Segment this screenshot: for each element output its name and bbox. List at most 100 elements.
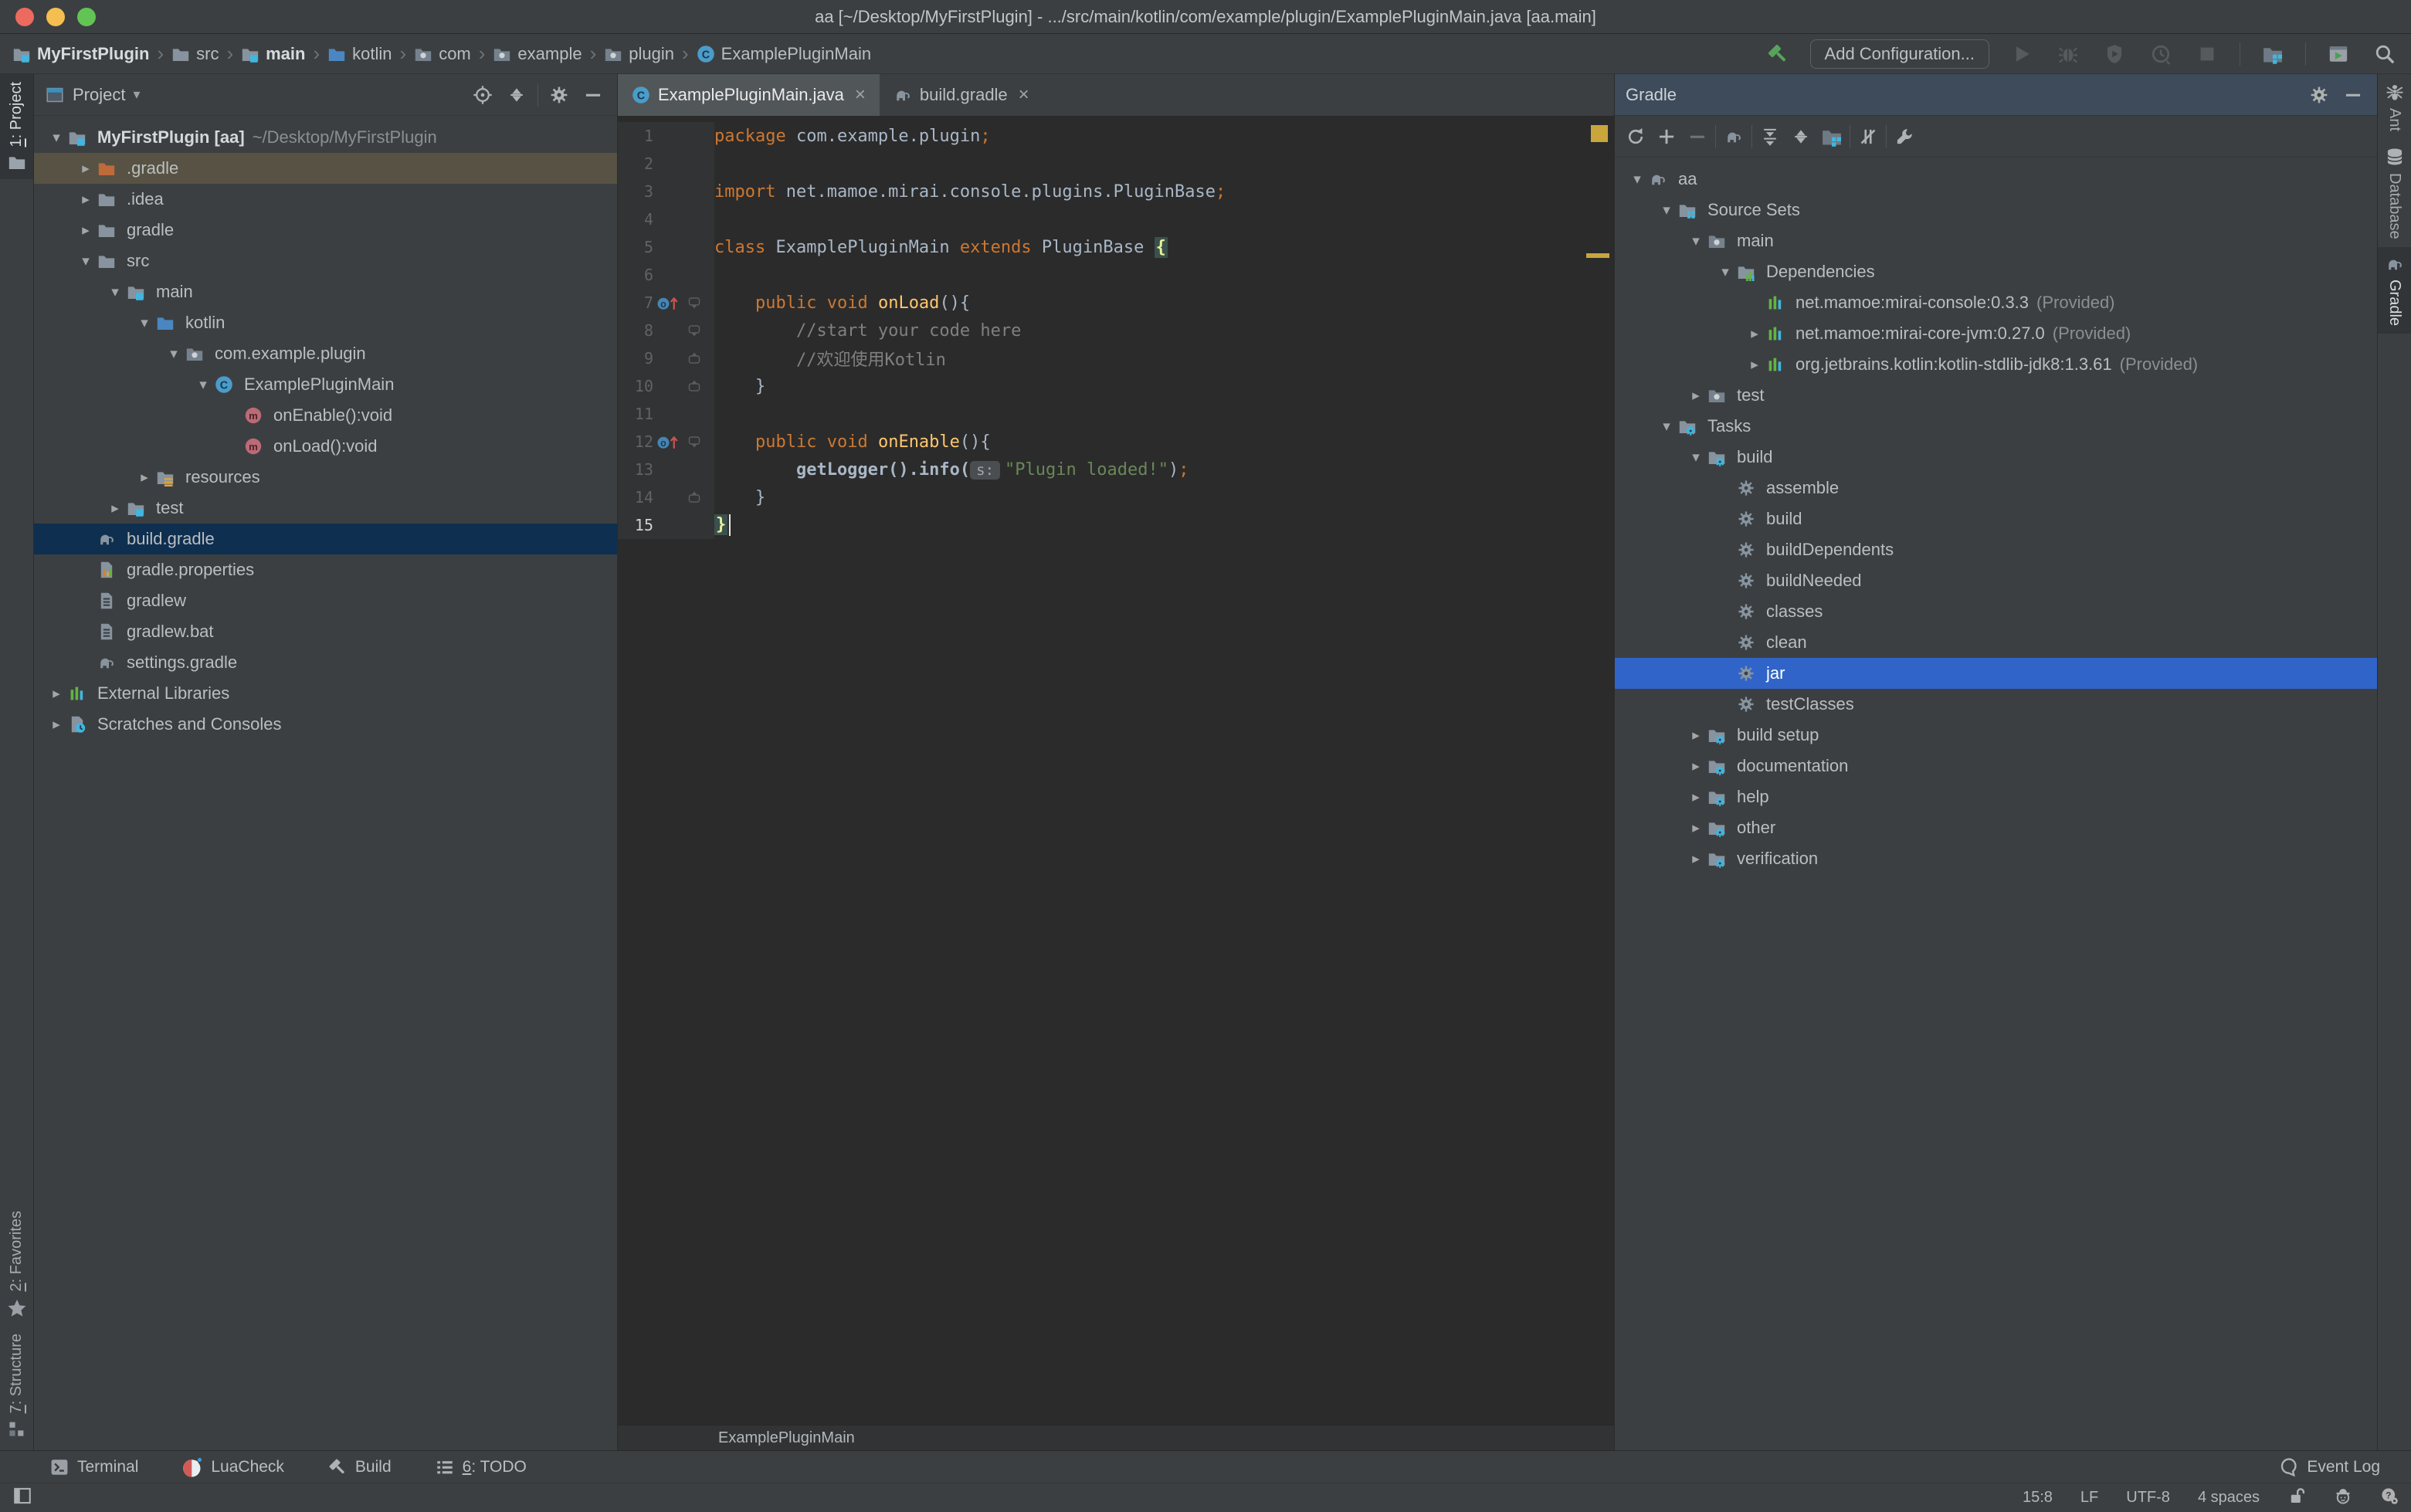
stripe-button-gradle[interactable]: Gradle xyxy=(2378,247,2411,334)
code-line-15[interactable]: 15} xyxy=(618,511,1614,539)
code-line-2[interactable]: 2 xyxy=(618,150,1614,178)
gradle-tree-item-org-jetbrains-kotlin-kotlin-stdlib-jdk8-1-3-61[interactable]: ▸org.jetbrains.kotlin:kotlin-stdlib-jdk8… xyxy=(1615,349,2377,380)
editor-gutter[interactable]: 5 xyxy=(618,233,714,261)
tree-toggle-arrow[interactable]: ▸ xyxy=(1684,788,1707,806)
editor-gutter[interactable]: 8 xyxy=(618,317,714,344)
code-line-6[interactable]: 6 xyxy=(618,261,1614,289)
project-tree-item-test[interactable]: ▸test xyxy=(34,493,617,524)
code-line-8[interactable]: 8 //start your code here xyxy=(618,317,1614,344)
project-panel-gear-button[interactable] xyxy=(546,82,572,108)
gradle-tree-item-other[interactable]: ▸other xyxy=(1615,812,2377,843)
override-up-icon[interactable]: o xyxy=(656,293,679,313)
search-everywhere-button[interactable] xyxy=(2371,40,2399,68)
warning-stripe-mark[interactable] xyxy=(1586,253,1609,258)
tree-toggle-arrow[interactable]: ▸ xyxy=(1743,356,1766,374)
editor-gutter[interactable]: 14 xyxy=(618,483,714,511)
tree-toggle-arrow[interactable]: ▾ xyxy=(1626,171,1649,188)
breadcrumb-item-myfirstplugin[interactable]: MyFirstPlugin xyxy=(12,44,149,64)
gradle-tree-item-source-sets[interactable]: ▾Source Sets xyxy=(1615,195,2377,225)
build-project-button[interactable] xyxy=(1764,40,1792,68)
project-tree-item-gradle[interactable]: ▸gradle xyxy=(34,215,617,246)
breadcrumb-item-kotlin[interactable]: kotlin xyxy=(327,44,392,64)
gradle-tree-item-classes[interactable]: classes xyxy=(1615,596,2377,627)
tree-toggle-arrow[interactable]: ▾ xyxy=(1655,202,1678,219)
gradle-tree-item-net-mamoe-mirai-core-jvm-0-27-0[interactable]: ▸net.mamoe:mirai-core-jvm:0.27.0(Provide… xyxy=(1615,318,2377,349)
gradle-tree-item-builddependents[interactable]: buildDependents xyxy=(1615,534,2377,565)
gradle-toolbar-modules-folder-button[interactable] xyxy=(1819,124,1845,150)
code-line-1[interactable]: 1package com.example.plugin; xyxy=(618,122,1614,150)
gradle-tree-item-clean[interactable]: clean xyxy=(1615,627,2377,658)
project-tree-item-idea[interactable]: ▸.idea xyxy=(34,184,617,215)
fold-start-icon[interactable] xyxy=(687,295,702,310)
add-configuration-button[interactable]: Add Configuration... xyxy=(1810,39,1989,69)
status-lock-open-button[interactable] xyxy=(2287,1487,2306,1510)
gradle-tree-item-buildneeded[interactable]: buildNeeded xyxy=(1615,565,2377,596)
project-tree-item-gradle[interactable]: ▸.gradle xyxy=(34,153,617,184)
gradle-toolbar-expand-all-button[interactable] xyxy=(1757,124,1783,150)
breadcrumb-item-src[interactable]: src xyxy=(171,44,219,64)
editor-tab-examplepluginmain-java[interactable]: CExamplePluginMain.java× xyxy=(618,74,880,116)
toolwindow-button-terminal[interactable]: Terminal xyxy=(49,1457,138,1477)
gradle-tree-item-documentation[interactable]: ▸documentation xyxy=(1615,751,2377,781)
tree-toggle-arrow[interactable]: ▸ xyxy=(1684,387,1707,405)
editor-gutter[interactable]: 9 xyxy=(618,344,714,372)
status-file-encoding[interactable]: UTF-8 xyxy=(2126,1489,2170,1507)
gradle-tree-item-build[interactable]: build xyxy=(1615,503,2377,534)
editor-gutter[interactable]: 7o xyxy=(618,289,714,317)
editor-gutter[interactable]: 1 xyxy=(618,122,714,150)
gradle-tree-item-aa[interactable]: ▾aa xyxy=(1615,164,2377,195)
gradle-toolbar-offline-button[interactable] xyxy=(1855,124,1881,150)
override-up-icon[interactable]: o xyxy=(656,432,679,452)
status-indent-setting[interactable]: 4 spaces xyxy=(2198,1489,2260,1507)
gradle-panel-minimize-button[interactable] xyxy=(2340,82,2366,108)
gradle-tree-item-build-setup[interactable]: ▸build setup xyxy=(1615,720,2377,751)
project-tree-item-build-gradle[interactable]: build.gradle xyxy=(34,524,617,554)
gradle-tree-item-net-mamoe-mirai-console-0-3-3[interactable]: net.mamoe:mirai-console:0.3.3(Provided) xyxy=(1615,287,2377,318)
toolwindow-button-event-log[interactable]: Event Log xyxy=(2279,1457,2380,1477)
tree-toggle-arrow[interactable]: ▸ xyxy=(45,716,68,734)
minimize-window-button[interactable] xyxy=(46,8,65,26)
project-tree-item-examplepluginmain[interactable]: ▾CExamplePluginMain xyxy=(34,369,617,400)
fold-start-icon[interactable] xyxy=(687,434,702,449)
project-tree-item-gradlew-bat[interactable]: gradlew.bat xyxy=(34,616,617,647)
project-tree-item-com-example-plugin[interactable]: ▾com.example.plugin xyxy=(34,338,617,369)
code-line-14[interactable]: 14 } xyxy=(618,483,1614,511)
gradle-tree-item-test[interactable]: ▸test xyxy=(1615,380,2377,411)
inspection-indicator[interactable] xyxy=(1591,125,1608,142)
gradle-toolbar-wrench-button[interactable] xyxy=(1891,124,1918,150)
editor-gutter[interactable]: 2 xyxy=(618,150,714,178)
close-window-button[interactable] xyxy=(15,8,34,26)
tree-toggle-arrow[interactable]: ▾ xyxy=(103,283,127,301)
toolwindow-button-build[interactable]: Build xyxy=(327,1457,392,1477)
status-line-separator[interactable]: LF xyxy=(2080,1489,2098,1507)
tree-toggle-arrow[interactable]: ▸ xyxy=(133,469,156,486)
tree-toggle-arrow[interactable]: ▸ xyxy=(74,160,97,178)
tree-toggle-arrow[interactable]: ▾ xyxy=(1684,449,1707,466)
stripe-button-1-project[interactable]: 1: Project xyxy=(0,74,33,179)
gradle-tree-item-main[interactable]: ▾main xyxy=(1615,225,2377,256)
debug-button[interactable] xyxy=(2054,40,2082,68)
status-help-gear-button[interactable]: ? xyxy=(2380,1487,2399,1510)
gradle-tree-item-assemble[interactable]: assemble xyxy=(1615,473,2377,503)
fold-end-icon[interactable] xyxy=(687,378,702,394)
project-tree-item-gradle-properties[interactable]: gradle.properties xyxy=(34,554,617,585)
gradle-toolbar-gradle-elephant-button[interactable] xyxy=(1721,124,1747,150)
fold-end-icon[interactable] xyxy=(687,351,702,366)
editor-gutter[interactable]: 15 xyxy=(618,511,714,539)
zoom-window-button[interactable] xyxy=(77,8,96,26)
tree-toggle-arrow[interactable]: ▾ xyxy=(74,253,97,270)
code-line-3[interactable]: 3import net.mamoe.mirai.console.plugins.… xyxy=(618,178,1614,205)
tree-toggle-arrow[interactable]: ▾ xyxy=(133,314,156,332)
tree-toggle-arrow[interactable]: ▸ xyxy=(1684,727,1707,744)
gradle-tree-item-tasks[interactable]: ▾Tasks xyxy=(1615,411,2377,442)
gradle-tree-item-build[interactable]: ▾build xyxy=(1615,442,2377,473)
project-tree-item-src[interactable]: ▾src xyxy=(34,246,617,276)
tree-toggle-arrow[interactable]: ▾ xyxy=(1655,418,1678,436)
chevron-down-icon[interactable]: ▾ xyxy=(133,86,140,103)
gradle-toolbar-collapse-all-button[interactable] xyxy=(1788,124,1814,150)
editor-gutter[interactable]: 3 xyxy=(618,178,714,205)
project-tree-item-resources[interactable]: ▸resources xyxy=(34,462,617,493)
gradle-tree-item-help[interactable]: ▸help xyxy=(1615,781,2377,812)
tree-toggle-arrow[interactable]: ▸ xyxy=(1684,850,1707,868)
gradle-panel-gear-button[interactable] xyxy=(2306,82,2332,108)
